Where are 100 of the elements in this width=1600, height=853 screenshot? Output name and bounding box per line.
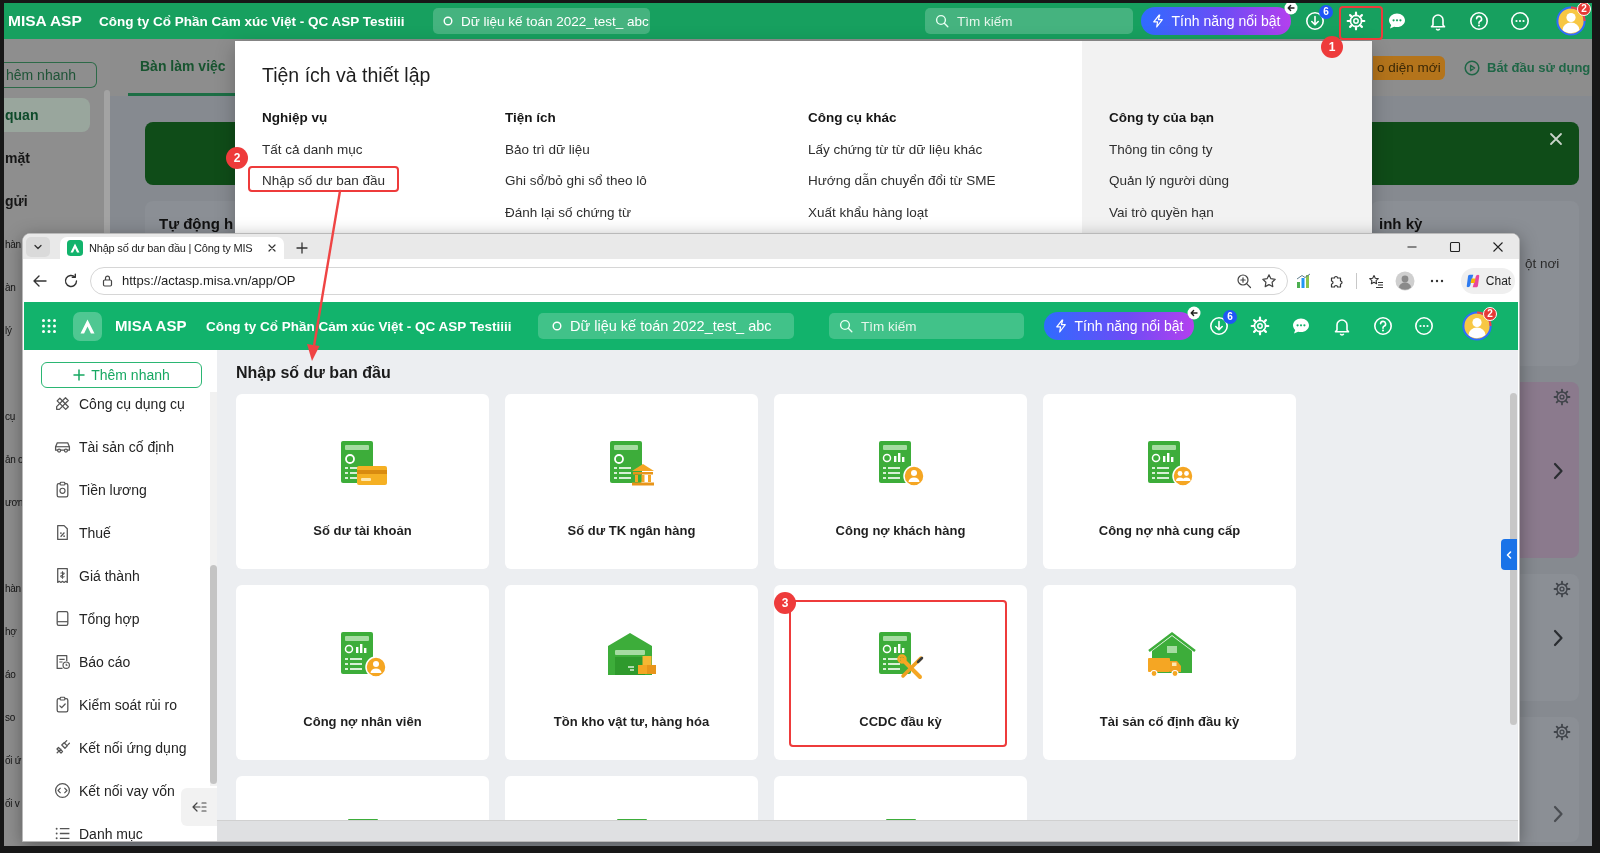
menu-item[interactable]: Xuất khẩu hàng loạt [808,202,929,223]
pencil-ruler-icon [54,395,71,412]
sidebar-item[interactable]: lý [4,313,12,347]
zoom-in-icon[interactable] [1236,272,1252,289]
chevron-right-icon[interactable] [1552,461,1564,481]
circle-icon [552,321,562,331]
play-icon [1464,59,1480,76]
help-icon[interactable] [1468,11,1489,31]
category-tile[interactable]: Số dư tài khoản [236,394,489,569]
app-grid-icon[interactable] [40,318,57,334]
chat-icon[interactable] [1386,11,1407,31]
settings-icon[interactable] [1553,580,1571,598]
chart-icon[interactable] [1296,272,1312,289]
company-name: Công ty Cổ Phần Cảm xúc Việt - QC ASP Testiiii [99,14,405,29]
menu-item[interactable]: Quản lý người dùng [1109,171,1229,191]
sidebar-item[interactable]: cụ [4,399,15,433]
avatar-icon[interactable] [1462,311,1492,341]
sidebar-item[interactable]: quan [4,98,90,132]
featured-button[interactable]: Tính năng nổi bật [1044,312,1194,340]
sidebar-item[interactable]: ối ứ [4,743,22,777]
sidebar-item[interactable]: hàn [4,227,21,261]
tab-list-button[interactable] [26,237,50,257]
category-tile[interactable] [774,776,1027,820]
sidebar-item[interactable]: gửi [4,184,28,218]
menu-item[interactable]: Hướng dẫn chuyển đổi từ SME [808,171,996,191]
download-icon[interactable] [1304,11,1325,31]
sidebar-item[interactable]: Tổng hợp [52,597,142,640]
lightning-icon [1054,319,1067,333]
menu-heading: Công ty của bạn [1109,109,1214,127]
address-bar[interactable]: https://actasp.misa.vn/app/OP [90,266,1288,295]
sidebar-item[interactable]: Công cụ dụng cụ [52,390,187,425]
list-icon [54,825,71,841]
chat-button[interactable]: Chat [1461,267,1515,294]
sidebar-item[interactable]: Giá thành [52,554,142,597]
app-logo-icon [1464,272,1481,289]
category-tile[interactable]: Tồn kho vật tư, hàng hóa [505,585,758,760]
sidebar-item[interactable]: ản c [4,442,23,476]
browser-tab[interactable]: Nhập số dư ban đầu | Công ty MIS [60,237,284,259]
favorites-icon[interactable] [1368,272,1384,289]
close-icon[interactable] [267,243,277,253]
sidebar-item[interactable]: Báo cáo [52,640,133,683]
menu-item[interactable]: Đánh lại số chứng từ [505,202,632,223]
menu-item[interactable]: Nhập số dư ban đầu [262,171,386,191]
scrollbar-thumb[interactable] [210,565,217,784]
sidebar-item[interactable]: Danh mục [52,812,145,841]
scrollbar-thumb[interactable] [104,90,110,233]
menu-item[interactable]: Bảo trì dữ liệu [505,139,590,160]
sidebar-item[interactable]: mặt [4,141,30,175]
category-tile[interactable]: Công nợ nhân viên [236,585,489,760]
category-tile[interactable] [236,776,489,820]
scrollbar-thumb[interactable] [1510,393,1517,725]
category-tile[interactable]: Tài sản cố định đầu kỳ [1043,585,1296,760]
category-tile[interactable] [505,776,758,820]
expand-panel-button[interactable] [1501,539,1517,570]
settings-icon[interactable] [1553,388,1571,406]
chevron-right-icon[interactable] [1552,804,1564,824]
menu-item[interactable]: Lấy chứng từ từ dữ liệu khác [808,139,983,160]
help-icon[interactable] [1372,316,1393,336]
category-tile[interactable]: Công nợ khách hàng [774,394,1027,569]
avatar-icon[interactable] [1556,6,1586,36]
settings-icon[interactable] [1553,723,1571,741]
tab-title: Nhập số dư ban đầu | Công ty MIS [89,242,253,254]
category-tile[interactable]: Công nợ nhà cung cấp [1043,394,1296,569]
menu-item[interactable]: Thông tin công ty [1109,139,1213,160]
close-icon [1491,240,1504,253]
chat-icon[interactable] [1290,316,1311,336]
chevron-right-icon[interactable] [1552,628,1564,648]
sidebar-item[interactable]: Kết nối ứng dụng [52,726,189,769]
new-interface-button[interactable]: o diện mới [1373,55,1445,80]
sidebar-item[interactable]: so [4,700,15,734]
plus-icon[interactable] [295,241,309,255]
sidebar-item[interactable]: Kiểm soát rủi ro [52,683,180,726]
sidebar-item[interactable]: àn [4,270,16,304]
page-title: Nhập số dư ban đầu [236,363,391,383]
category-tile[interactable]: Số dư TK ngân hàng [505,394,758,569]
chevron-left-icon [1504,549,1514,560]
sidebar-item[interactable]: Tiền lương [52,468,149,511]
menu-item[interactable]: Ghi sổ/bỏ ghi sổ theo lô [505,171,647,191]
star-icon[interactable] [1261,272,1277,289]
logo-icon [67,240,83,256]
sidebar-item[interactable]: hàn [4,571,21,605]
menu-heading: Công cụ khác [808,109,897,127]
collapse-sidebar-button[interactable] [181,788,217,826]
company-name: Công ty Cổ Phần Cảm xúc Việt - QC ASP Testiiii [206,319,512,334]
profile-icon[interactable] [1395,270,1415,291]
menu-item[interactable]: Tất cả danh mục [262,139,363,160]
reload-icon[interactable] [62,271,80,290]
sidebar-item[interactable]: Kết nối vay vốn [52,769,177,812]
count-badge: 6 [1223,310,1237,324]
menu-item[interactable]: Vai trò quyền hạn [1109,202,1214,223]
sidebar-item[interactable]: áo [4,657,16,691]
sidebar-item[interactable]: hợ [4,614,17,648]
book-icon [54,610,71,627]
featured-button[interactable]: Tính năng nổi bật [1141,7,1291,35]
sidebar-item[interactable]: Thuế [52,511,113,554]
download-icon[interactable] [1208,316,1229,336]
sidebar-item[interactable]: Tài sản cố định [52,425,176,468]
sidebar-item[interactable]: ối v [4,786,20,820]
count-badge: 6 [1319,5,1333,19]
menu-title: Tiện ích và thiết lập [262,63,431,88]
